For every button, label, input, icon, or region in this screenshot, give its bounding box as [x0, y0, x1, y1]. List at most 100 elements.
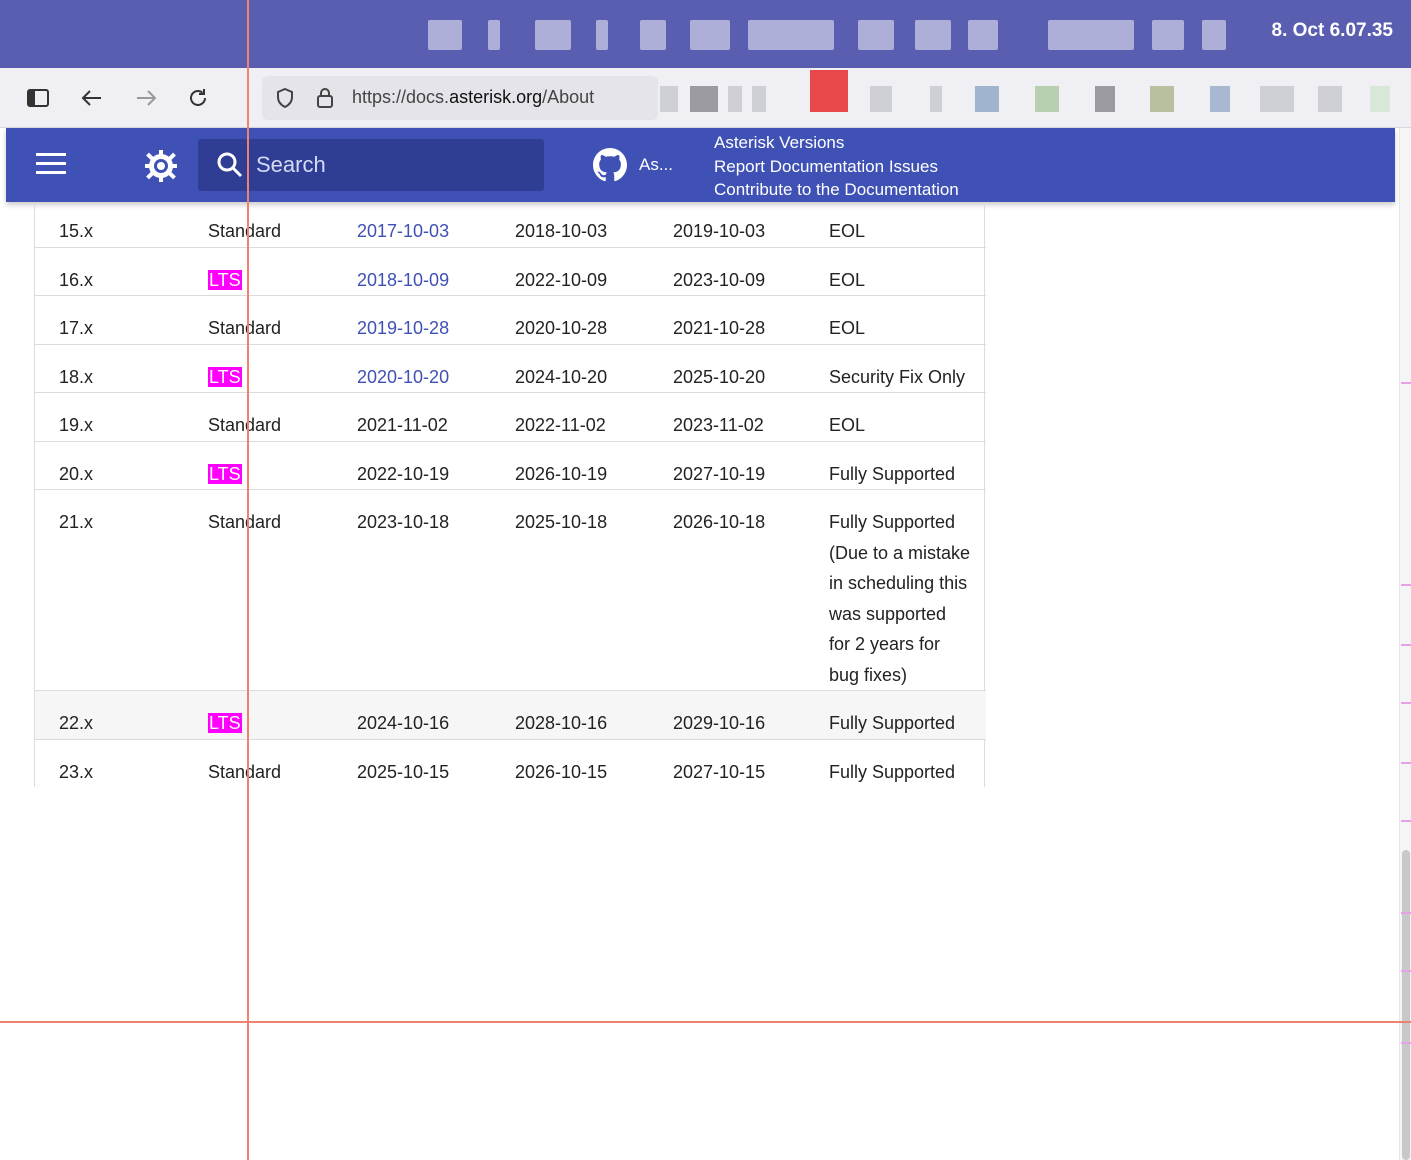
release-text: 22.x	[59, 713, 94, 733]
eol-date-text: 2027-10-19	[673, 463, 766, 484]
extension-icon[interactable]	[1260, 86, 1294, 112]
release-cell: 23.x	[35, 738, 184, 787]
url-text[interactable]: https://docs.asterisk.org/About	[352, 87, 652, 108]
type-text: Standard	[208, 415, 282, 435]
back-icon[interactable]	[76, 82, 108, 114]
security-fix-date-text: 2026-10-19	[515, 463, 608, 484]
security-fix-date-text: 2025-10-18	[515, 512, 608, 532]
header-link-asterisk-versions[interactable]: Asterisk Versions	[714, 131, 959, 155]
eol-date-cell: 2029-10-16	[649, 690, 805, 739]
header-link-contribute[interactable]: Contribute to the Documentation	[714, 178, 959, 202]
status-text: EOL	[829, 269, 866, 290]
eol-date-cell: 2026-10-18	[649, 489, 805, 691]
lts-badge: LTS	[208, 366, 242, 387]
search-box[interactable]	[198, 139, 544, 191]
extension-icon[interactable]	[660, 86, 678, 112]
extension-icon[interactable]	[930, 86, 942, 112]
release-date-link[interactable]: 2019-10-28	[357, 318, 449, 338]
search-match-marker	[1401, 912, 1411, 914]
release-date-cell: 2020-10-20	[333, 343, 491, 393]
version-row: 22.x LTS 2024-10-16 2028-10-16 2029-10-16 Ful…	[35, 690, 986, 739]
address-bar[interactable]: https://docs.asterisk.org/About	[262, 76, 658, 120]
security-fix-date-text: 2028-10-16	[515, 713, 608, 733]
release-date-link[interactable]: 2020-10-20	[357, 367, 449, 387]
lock-icon[interactable]	[312, 85, 338, 111]
sidebar-toggle-icon[interactable]	[22, 82, 54, 114]
security-fix-date-text: 2022-10-09	[515, 269, 608, 290]
release-text: 20.x	[59, 463, 94, 484]
release-date-text: 2025-10-15	[357, 761, 450, 782]
version-row: 16.x LTS 2018-10-09 2022-10-09 2023-10-09 EOL	[35, 246, 986, 296]
extension-icon[interactable]	[870, 86, 892, 112]
release-cell: 18.x	[35, 343, 184, 393]
release-date-cell: 2024-10-16	[333, 690, 491, 739]
eol-date-cell: 2021-10-28	[649, 295, 805, 344]
url-domain: asterisk.org	[449, 87, 543, 107]
theme-toggle-icon[interactable]	[144, 149, 178, 183]
versions-table: 15.x Standard 2017-10-03 2018-10-03 2019-10-…	[34, 202, 986, 787]
search-match-marker	[1401, 584, 1411, 586]
site-header: As... Asterisk Versions Report Documenta…	[6, 128, 1395, 202]
search-match-marker	[1401, 1042, 1411, 1044]
release-date-text: 2024-10-16	[357, 713, 450, 733]
security-fix-date-cell: 2025-10-18	[491, 489, 649, 691]
shield-icon[interactable]	[272, 85, 298, 111]
release-date-cell: 2025-10-15	[333, 738, 491, 787]
page-scrollbar[interactable]	[1399, 128, 1411, 1160]
os-menu-bar: 8. Oct 6.07.35	[0, 0, 1411, 68]
reload-icon[interactable]	[182, 82, 214, 114]
forward-icon[interactable]	[130, 82, 162, 114]
os-menu-blurred	[640, 20, 666, 50]
header-link-report-issues[interactable]: Report Documentation Issues	[714, 155, 959, 179]
eol-date-text: 2025-10-20	[673, 366, 766, 387]
release-text: 18.x	[59, 366, 94, 387]
security-fix-date-text: 2020-10-28	[515, 318, 608, 338]
os-menu-blurred	[1152, 20, 1184, 50]
extension-icon[interactable]	[810, 70, 848, 112]
release-date-link[interactable]: 2017-10-03	[357, 221, 449, 241]
status-cell: EOL	[805, 246, 986, 296]
extension-icon[interactable]	[690, 86, 718, 112]
extension-icon[interactable]	[1035, 86, 1059, 112]
extension-icon[interactable]	[728, 86, 742, 112]
os-menu-blurred	[1048, 20, 1134, 50]
status-text: EOL	[829, 318, 866, 338]
os-menu-blurred	[915, 20, 951, 50]
type-cell: Standard	[184, 489, 333, 691]
release-cell: 22.x	[35, 690, 184, 739]
release-date-cell: 2018-10-09	[333, 246, 491, 296]
search-input[interactable]	[256, 147, 526, 183]
extension-icon[interactable]	[1318, 86, 1342, 112]
type-text: Standard	[208, 221, 282, 241]
release-date-link[interactable]: 2018-10-09	[357, 270, 449, 290]
release-date-text: 2023-10-18	[357, 512, 450, 532]
security-fix-date-text: 2022-11-02	[515, 415, 606, 435]
github-icon	[593, 148, 627, 182]
menu-icon[interactable]	[36, 153, 66, 177]
os-menu-blurred	[488, 20, 500, 50]
extension-icon[interactable]	[1095, 86, 1115, 112]
security-fix-date-cell: 2026-10-15	[491, 738, 649, 787]
extension-icon[interactable]	[975, 86, 999, 112]
os-menu-blurred	[596, 20, 608, 50]
eol-date-text: 2027-10-15	[673, 761, 766, 782]
eol-date-text: 2021-10-28	[673, 318, 766, 338]
extension-icon[interactable]	[1370, 86, 1390, 112]
status-cell: Fully Supported	[805, 738, 986, 787]
version-row: 20.x LTS 2022-10-19 2026-10-19 2027-10-19 Ful…	[35, 440, 986, 490]
status-cell: EOL	[805, 295, 986, 344]
github-repo-link[interactable]: As...	[593, 148, 673, 182]
extension-icon[interactable]	[752, 86, 766, 112]
search-match-marker	[1401, 762, 1411, 764]
release-text: 23.x	[59, 761, 94, 782]
release-date-cell: 2017-10-03	[333, 202, 491, 247]
extension-icon[interactable]	[1210, 86, 1230, 112]
scrollbar-thumb[interactable]	[1402, 850, 1410, 1160]
release-date-cell: 2019-10-28	[333, 295, 491, 344]
search-match-marker	[1401, 382, 1411, 384]
extension-icon[interactable]	[1150, 86, 1174, 112]
header-links: Asterisk Versions Report Documentation I…	[714, 131, 959, 202]
crosshair-horizontal	[0, 1021, 1411, 1023]
lts-badge: LTS	[208, 713, 242, 733]
release-cell: 16.x	[35, 246, 184, 296]
